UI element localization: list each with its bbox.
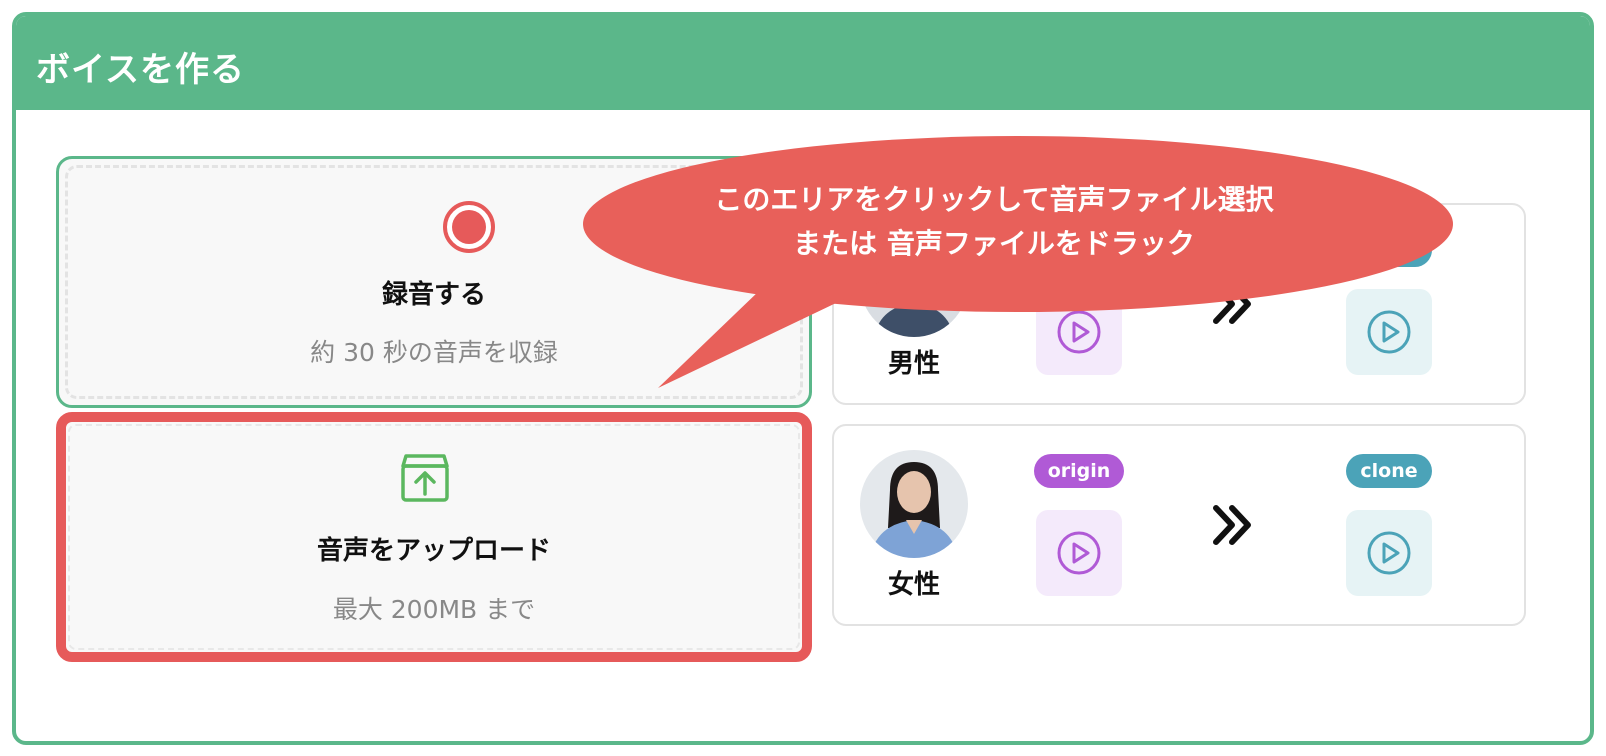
clone-badge: clone [1346, 454, 1432, 488]
chevron-double-right-icon [1213, 284, 1251, 324]
play-icon [1367, 531, 1411, 575]
upload-title: 音声をアップロード [316, 536, 551, 566]
gender-label-male: 男性 [887, 349, 940, 379]
play-icon [1057, 310, 1101, 354]
panel-title: ボイスを作る [36, 50, 245, 90]
avatar-female [860, 450, 968, 558]
play-origin-male-button[interactable] [1036, 289, 1122, 375]
samples-title: サンプル [838, 146, 942, 176]
upload-dropzone[interactable]: 音声をアップロード 最大 200MB まで [56, 412, 812, 662]
play-clone-male-button[interactable] [1346, 289, 1432, 375]
callout-text: このエリアをクリックして音声ファイル選択 または 音声ファイルをドラック [640, 178, 1348, 266]
upload-subtitle: 最大 200MB まで [332, 595, 536, 624]
panel-header: ボイスを作る [16, 16, 1590, 110]
record-subtitle: 約 30 秒の音声を収録 [310, 338, 558, 367]
sample-female: 女性 origin clone [832, 424, 1526, 626]
play-icon [1367, 310, 1411, 354]
callout-line-2: または 音声ファイルをドラック [793, 227, 1195, 260]
play-clone-female-button[interactable] [1346, 510, 1432, 596]
play-origin-female-button[interactable] [1036, 510, 1122, 596]
callout-line-1: このエリアをクリックして音声ファイル選択 [714, 183, 1274, 216]
play-icon [1057, 531, 1101, 575]
create-voice-panel: ボイスを作る 録音する 約 30 秒の音声を収録 音声をアップロード 最大 20… [12, 12, 1594, 745]
record-icon [443, 201, 495, 253]
record-title: 録音する [381, 280, 486, 310]
gender-label-female: 女性 [887, 570, 940, 600]
upload-box-icon [401, 454, 449, 502]
chevron-double-right-icon [1213, 505, 1251, 545]
clone-badge: clone [1346, 233, 1432, 267]
origin-badge: origin [1034, 454, 1124, 488]
